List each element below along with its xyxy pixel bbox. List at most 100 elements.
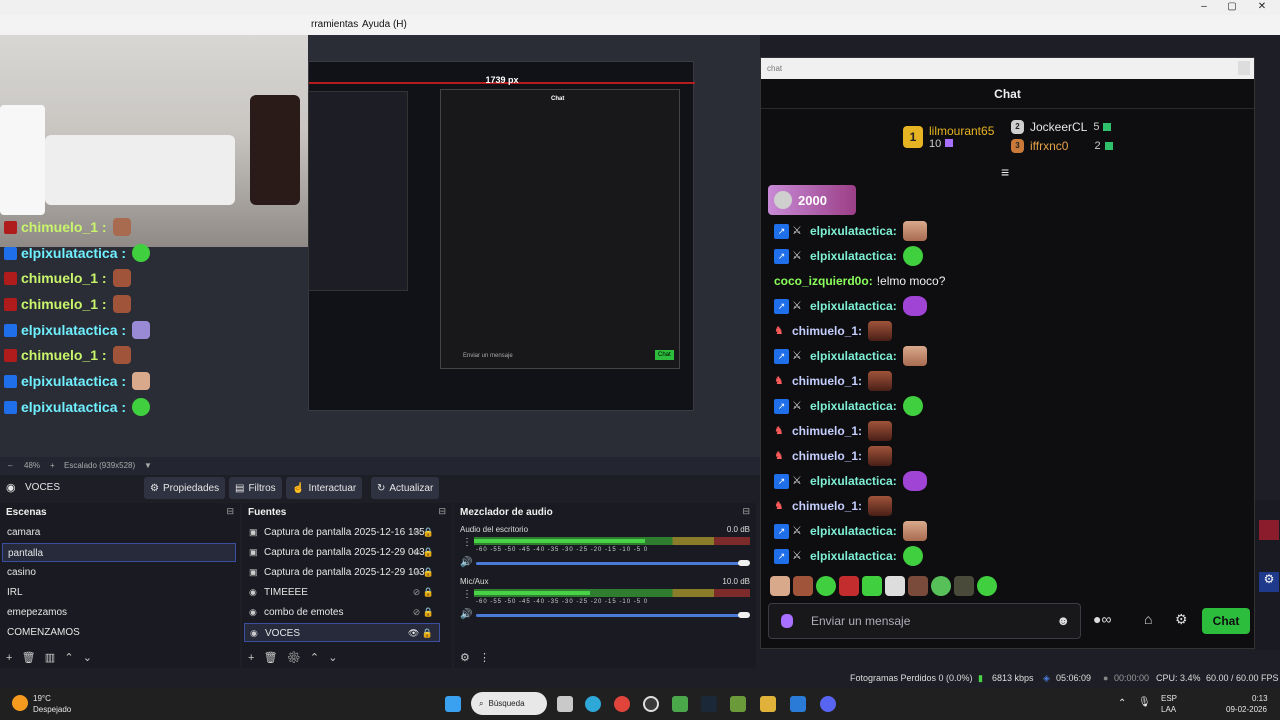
clock-date[interactable]: 09-02-2026 [1226, 705, 1267, 714]
down-icon[interactable]: ⌄ [328, 652, 337, 664]
scene-item[interactable]: pantalla [2, 543, 236, 562]
chat-username[interactable]: elpixulatactica: [810, 299, 897, 313]
visibility-toggle-icon[interactable]: ⊘ 🔒 [413, 603, 434, 622]
emote-icon[interactable] [931, 576, 951, 596]
menu-tools[interactable]: rramientas [311, 19, 358, 30]
chat-username[interactable]: elpixulatactica: [810, 349, 897, 363]
source-item[interactable]: ◉ combo de emotes ⊘ 🔒 [244, 603, 440, 622]
dock-popout-icon[interactable]: ⊟ [742, 506, 750, 517]
add-icon[interactable]: + [6, 652, 12, 664]
leaderboard-third[interactable]: 3 iffrxnc0 2 [1011, 139, 1113, 153]
visibility-toggle-icon[interactable]: ⊘ 🔒 [413, 543, 434, 562]
weather-icon[interactable] [12, 695, 28, 711]
source-item[interactable]: ▣ Captura de pantalla 2025-12-29 043 ⊘ 🔒 [244, 543, 440, 562]
trash-icon[interactable]: 🗑 [22, 652, 36, 664]
zoom-out-button[interactable]: – [8, 461, 12, 470]
tray-chevron-icon[interactable]: ⌃ [1118, 698, 1126, 709]
chat-username[interactable]: elpixulatactica: [810, 549, 897, 563]
speaker-icon[interactable]: 🔊 [460, 557, 472, 568]
speaker-icon[interactable]: 🔊 [460, 609, 472, 620]
scene-item[interactable]: casino [2, 563, 236, 582]
windows-start-icon[interactable] [445, 696, 461, 712]
source-item[interactable]: ▣ Captura de pantalla 2025-12-29 103 ⊘ 🔒 [244, 563, 440, 582]
visibility-toggle-icon[interactable]: ⊘ 🔒 [413, 523, 434, 542]
minimize-button[interactable]: – [1196, 1, 1212, 12]
up-icon[interactable]: ⌃ [310, 652, 319, 664]
menu-help[interactable]: Ayuda (H) [362, 19, 407, 30]
scale-dropdown-icon[interactable]: ▼ [144, 461, 152, 470]
chrome-icon[interactable] [614, 696, 630, 712]
window-control-icon[interactable] [1238, 61, 1250, 75]
emote-icon[interactable] [770, 576, 790, 596]
close-button[interactable]: ✕ [1254, 1, 1270, 12]
emote-icon[interactable] [908, 576, 928, 596]
obs-icon[interactable] [643, 696, 659, 712]
kebab-icon[interactable]: ⋮ [462, 589, 472, 600]
emote-icon[interactable] [862, 576, 882, 596]
hype-train-banner[interactable]: 2000 [768, 185, 856, 215]
chat-username[interactable]: elpixulatactica: [810, 249, 897, 263]
leaderboard-second[interactable]: 2 JockeerCL 5 [1011, 120, 1112, 134]
zoom-in-button[interactable]: + [50, 461, 55, 470]
scene-item[interactable]: COMENZAMOS [2, 623, 236, 642]
scene-item[interactable]: emepezamos [2, 603, 236, 622]
store-icon[interactable]: ⌂ [1144, 611, 1152, 627]
gear-icon[interactable]: ⚙ [287, 652, 301, 664]
down-icon[interactable]: ⌄ [83, 652, 92, 664]
kebab-icon[interactable]: ⋮ [462, 537, 472, 548]
microphone-icon[interactable]: 🎙 [1138, 697, 1151, 708]
emote-icon[interactable] [954, 576, 974, 596]
interact-button[interactable]: ☝ Interactuar [286, 477, 363, 499]
volume-slider[interactable] [476, 562, 744, 565]
chat-username[interactable]: elpixulatactica: [810, 474, 897, 488]
gear-icon[interactable]: ⚙ [1175, 611, 1188, 628]
emoji-picker-icon[interactable]: ☻ [1056, 613, 1070, 628]
trash-icon[interactable]: 🗑 [264, 652, 278, 664]
chat-username[interactable]: chimuelo_1: [792, 499, 862, 513]
properties-button[interactable]: ⚙ Propiedades [144, 477, 226, 499]
source-item[interactable]: ◉ VOCES 👁 🔒 [244, 623, 440, 642]
clock-time[interactable]: 0:13 [1252, 694, 1268, 703]
up-icon[interactable]: ⌃ [64, 652, 73, 664]
dock-popout-icon[interactable]: ⊟ [438, 506, 446, 517]
source-item[interactable]: ▣ Captura de pantalla 2025-12-16 135 ⊘ 🔒 [244, 523, 440, 542]
add-icon[interactable]: + [248, 652, 254, 664]
channel-points-icon[interactable]: ●∞ [1093, 611, 1111, 627]
weather-desc[interactable]: Despejado [33, 705, 71, 714]
scene-item[interactable]: IRL [2, 583, 236, 602]
chat-username[interactable]: elpixulatactica: [810, 399, 897, 413]
chat-username[interactable]: chimuelo_1: [792, 324, 862, 338]
chat-username[interactable]: coco_izquierd0o: [774, 274, 873, 288]
collapse-icon[interactable]: ≡ [1001, 164, 1009, 180]
dock-popout-icon[interactable]: ⊟ [226, 506, 234, 517]
visibility-toggle-icon[interactable]: ⊘ 🔒 [413, 583, 434, 602]
chat-username[interactable]: chimuelo_1: [792, 374, 862, 388]
kebab-icon[interactable]: ⋮ [479, 652, 490, 664]
minecraft-icon[interactable] [730, 696, 746, 712]
filter-icon[interactable]: ▥ [45, 652, 55, 664]
chat-username[interactable]: elpixulatactica: [810, 224, 897, 238]
volume-slider-knob[interactable] [738, 560, 750, 566]
visibility-toggle-icon[interactable]: ⊘ 🔒 [413, 563, 434, 582]
chat-username[interactable]: elpixulatactica: [810, 524, 897, 538]
edge-icon[interactable] [585, 696, 601, 712]
preview-canvas[interactable]: 1739 px Chat Enviar un mensaje Chat chim… [0, 35, 760, 457]
taskbar-search[interactable]: ⌕ Búsqueda [471, 692, 547, 715]
chat-username[interactable]: chimuelo_1: [792, 449, 862, 463]
maximize-button[interactable]: ▢ [1224, 1, 1240, 12]
chat-send-button[interactable]: Chat [1202, 608, 1250, 634]
microphone-icon[interactable] [781, 614, 793, 628]
volume-slider-knob[interactable] [738, 612, 750, 618]
xbox-icon[interactable] [672, 696, 688, 712]
emote-icon[interactable] [839, 576, 859, 596]
leaderboard-first[interactable]: 1 lilmourant65 10 [903, 124, 994, 150]
emote-icon[interactable] [816, 576, 836, 596]
source-item[interactable]: ◉ TIMEEEE ⊘ 🔒 [244, 583, 440, 602]
volume-slider[interactable] [476, 614, 744, 617]
emote-icon[interactable] [793, 576, 813, 596]
visibility-toggle-icon[interactable]: 👁 🔒 [408, 624, 433, 643]
refresh-button[interactable]: ↻ Actualizar [371, 477, 440, 499]
file-explorer-icon[interactable] [760, 696, 776, 712]
discord-icon[interactable] [820, 696, 836, 712]
task-view-icon[interactable] [557, 696, 573, 712]
